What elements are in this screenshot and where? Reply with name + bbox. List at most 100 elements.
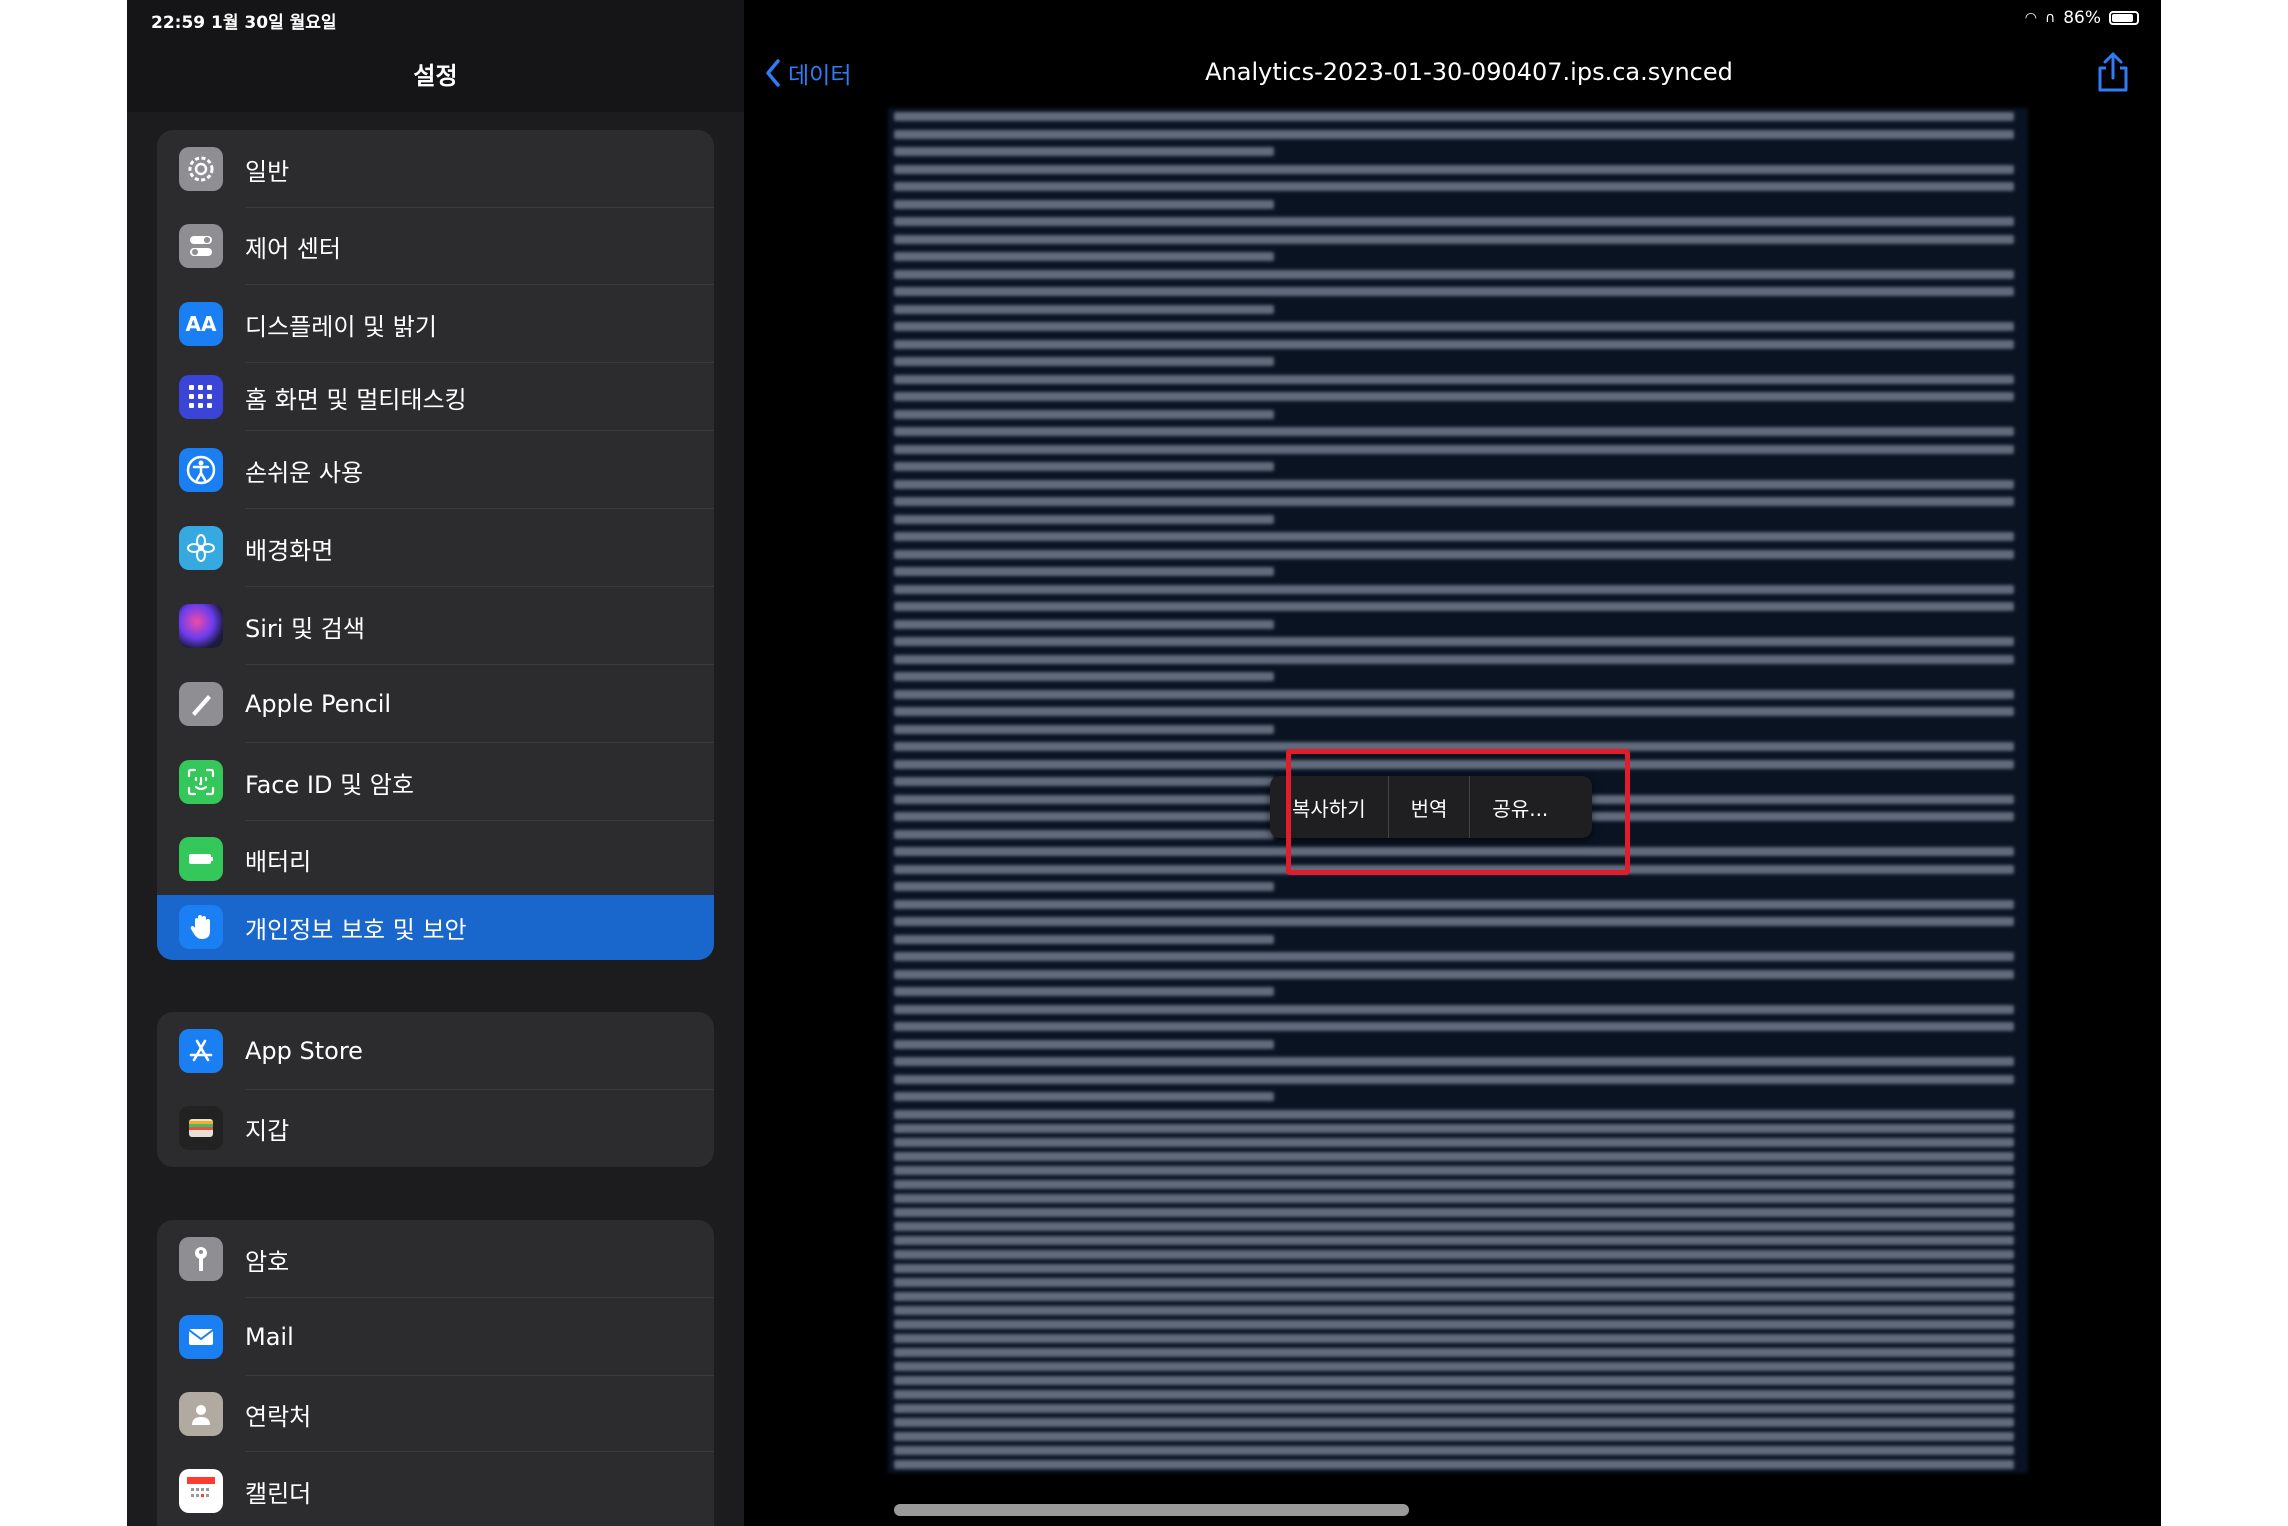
- log-line: [894, 304, 1274, 314]
- log-line: [894, 1431, 2014, 1441]
- log-line: [894, 1417, 2014, 1427]
- log-line: [894, 1179, 2014, 1189]
- sidebar-header: 22:59 1월 30일 월요일 설정: [127, 0, 744, 112]
- log-line: [894, 1039, 1274, 1049]
- sidebar-item-display[interactable]: AA 디스플레이 및 밝기: [157, 285, 714, 363]
- back-button[interactable]: 데이터: [764, 56, 851, 90]
- share-icon[interactable]: [2093, 50, 2133, 94]
- calendar-icon: [179, 1469, 223, 1513]
- log-line: [894, 427, 2014, 436]
- flower-icon: [179, 526, 223, 570]
- status-battery-icon: [2109, 11, 2139, 25]
- log-line: [894, 987, 1274, 996]
- horizontal-scrollbar[interactable]: [894, 1504, 1409, 1516]
- log-line: [894, 549, 2014, 559]
- log-line: [894, 672, 1274, 681]
- sidebar-item-calendar[interactable]: 캘린더: [157, 1452, 714, 1526]
- battery-icon: [179, 837, 223, 881]
- log-line: [894, 1137, 2014, 1147]
- log-line: [894, 1333, 2014, 1343]
- log-line: [894, 164, 2014, 174]
- log-line: [894, 724, 1274, 734]
- log-line: [894, 882, 1274, 891]
- wifi-icon: ◠: [2024, 10, 2037, 26]
- log-line: [894, 917, 2014, 926]
- sidebar-item-app-store[interactable]: App Store: [157, 1012, 714, 1090]
- log-line: [894, 1022, 2014, 1031]
- log-line: [894, 1235, 2014, 1245]
- sidebar-item-wallpaper[interactable]: 배경화면: [157, 509, 714, 587]
- log-line: [894, 1319, 2014, 1329]
- log-line: [894, 497, 2014, 506]
- log-line: [894, 1361, 2014, 1371]
- toggles-icon: [179, 224, 223, 268]
- log-line: [894, 584, 2014, 594]
- sidebar-item-label: 캘린더: [245, 1479, 312, 1508]
- grid-icon: [179, 375, 223, 419]
- sidebar-item-accessibility[interactable]: 손쉬운 사용: [157, 431, 714, 509]
- accessibility-icon: [179, 448, 223, 492]
- sidebar-item-siri[interactable]: Siri 및 검색: [157, 587, 714, 665]
- gear-icon: [179, 147, 223, 191]
- log-line: [894, 1291, 2014, 1301]
- log-line: [894, 829, 1274, 839]
- contacts-icon: [179, 1392, 223, 1436]
- log-line: [894, 217, 2014, 226]
- sidebar-item-label: 개인정보 보호 및 보안: [245, 916, 467, 944]
- sidebar-item-privacy-security[interactable]: 개인정보 보호 및 보안: [157, 895, 714, 960]
- log-line: [894, 234, 2014, 244]
- sidebar-item-wallet[interactable]: 지갑: [157, 1090, 714, 1167]
- log-line: [894, 112, 2014, 121]
- log-line: [894, 1375, 2014, 1385]
- mail-icon: [179, 1315, 223, 1359]
- sidebar-item-label: App Store: [245, 1037, 363, 1065]
- log-line: [894, 269, 2014, 279]
- log-line: [894, 129, 2014, 139]
- ipad-screen: 22:59 1월 30일 월요일 설정 일반 제어 센터 AA 디스플레이 및 …: [127, 0, 2161, 1526]
- sidebar-item-label: 홈 화면 및 멀티태스킹: [245, 385, 467, 414]
- log-line: [894, 899, 2014, 909]
- sidebar-item-battery[interactable]: 배터리: [157, 821, 714, 898]
- sidebar-item-label: 암호: [245, 1247, 290, 1276]
- battery-percent: 86%: [2063, 8, 2101, 28]
- settings-group-apps: App Store 지갑: [157, 1012, 714, 1167]
- log-line: [894, 777, 1274, 786]
- sidebar-item-contacts[interactable]: 연락처: [157, 1376, 714, 1452]
- log-line: [894, 374, 2014, 384]
- sidebar-item-face-id[interactable]: Face ID 및 암호: [157, 743, 714, 821]
- sidebar-item-apple-pencil[interactable]: Apple Pencil: [157, 665, 714, 743]
- log-line: [894, 567, 1274, 576]
- log-line: [894, 462, 1274, 471]
- sidebar-item-label: 배경화면: [245, 536, 334, 565]
- log-line: [894, 637, 2014, 646]
- log-line: [894, 1249, 2014, 1259]
- log-line: [894, 1459, 2014, 1469]
- sidebar-item-passwords[interactable]: 암호: [157, 1220, 714, 1298]
- status-time-date: 22:59 1월 30일 월요일: [151, 13, 337, 33]
- sidebar-item-control-center[interactable]: 제어 센터: [157, 208, 714, 285]
- log-line: [894, 252, 1274, 261]
- log-line: [894, 1347, 2014, 1357]
- sidebar-item-label: 연락처: [245, 1402, 312, 1431]
- headphones-icon: ∩: [2044, 10, 2056, 26]
- sidebar-item-home-screen[interactable]: 홈 화면 및 멀티태스킹: [157, 363, 714, 431]
- text-size-icon: AA: [179, 302, 223, 346]
- log-line: [894, 1165, 2014, 1175]
- log-line: [894, 1193, 2014, 1203]
- sidebar-item-general[interactable]: 일반: [157, 130, 714, 208]
- log-line: [894, 707, 2014, 716]
- log-line: [894, 444, 2014, 454]
- sidebar-item-label: 배터리: [245, 848, 312, 876]
- log-line: [894, 1074, 2014, 1084]
- file-title: Analytics-2023-01-30-090407.ips.ca.synce…: [1205, 58, 1733, 86]
- sidebar-item-mail[interactable]: Mail: [157, 1298, 714, 1376]
- sidebar-item-label: 제어 센터: [245, 235, 341, 263]
- log-line: [894, 1277, 2014, 1287]
- hand-icon: [179, 905, 223, 949]
- log-line: [894, 654, 2014, 664]
- log-line: [894, 1057, 2014, 1066]
- chevron-left-icon: [766, 59, 780, 87]
- log-line: [894, 357, 1274, 366]
- log-line: [894, 689, 2014, 699]
- log-line: [894, 1445, 2014, 1455]
